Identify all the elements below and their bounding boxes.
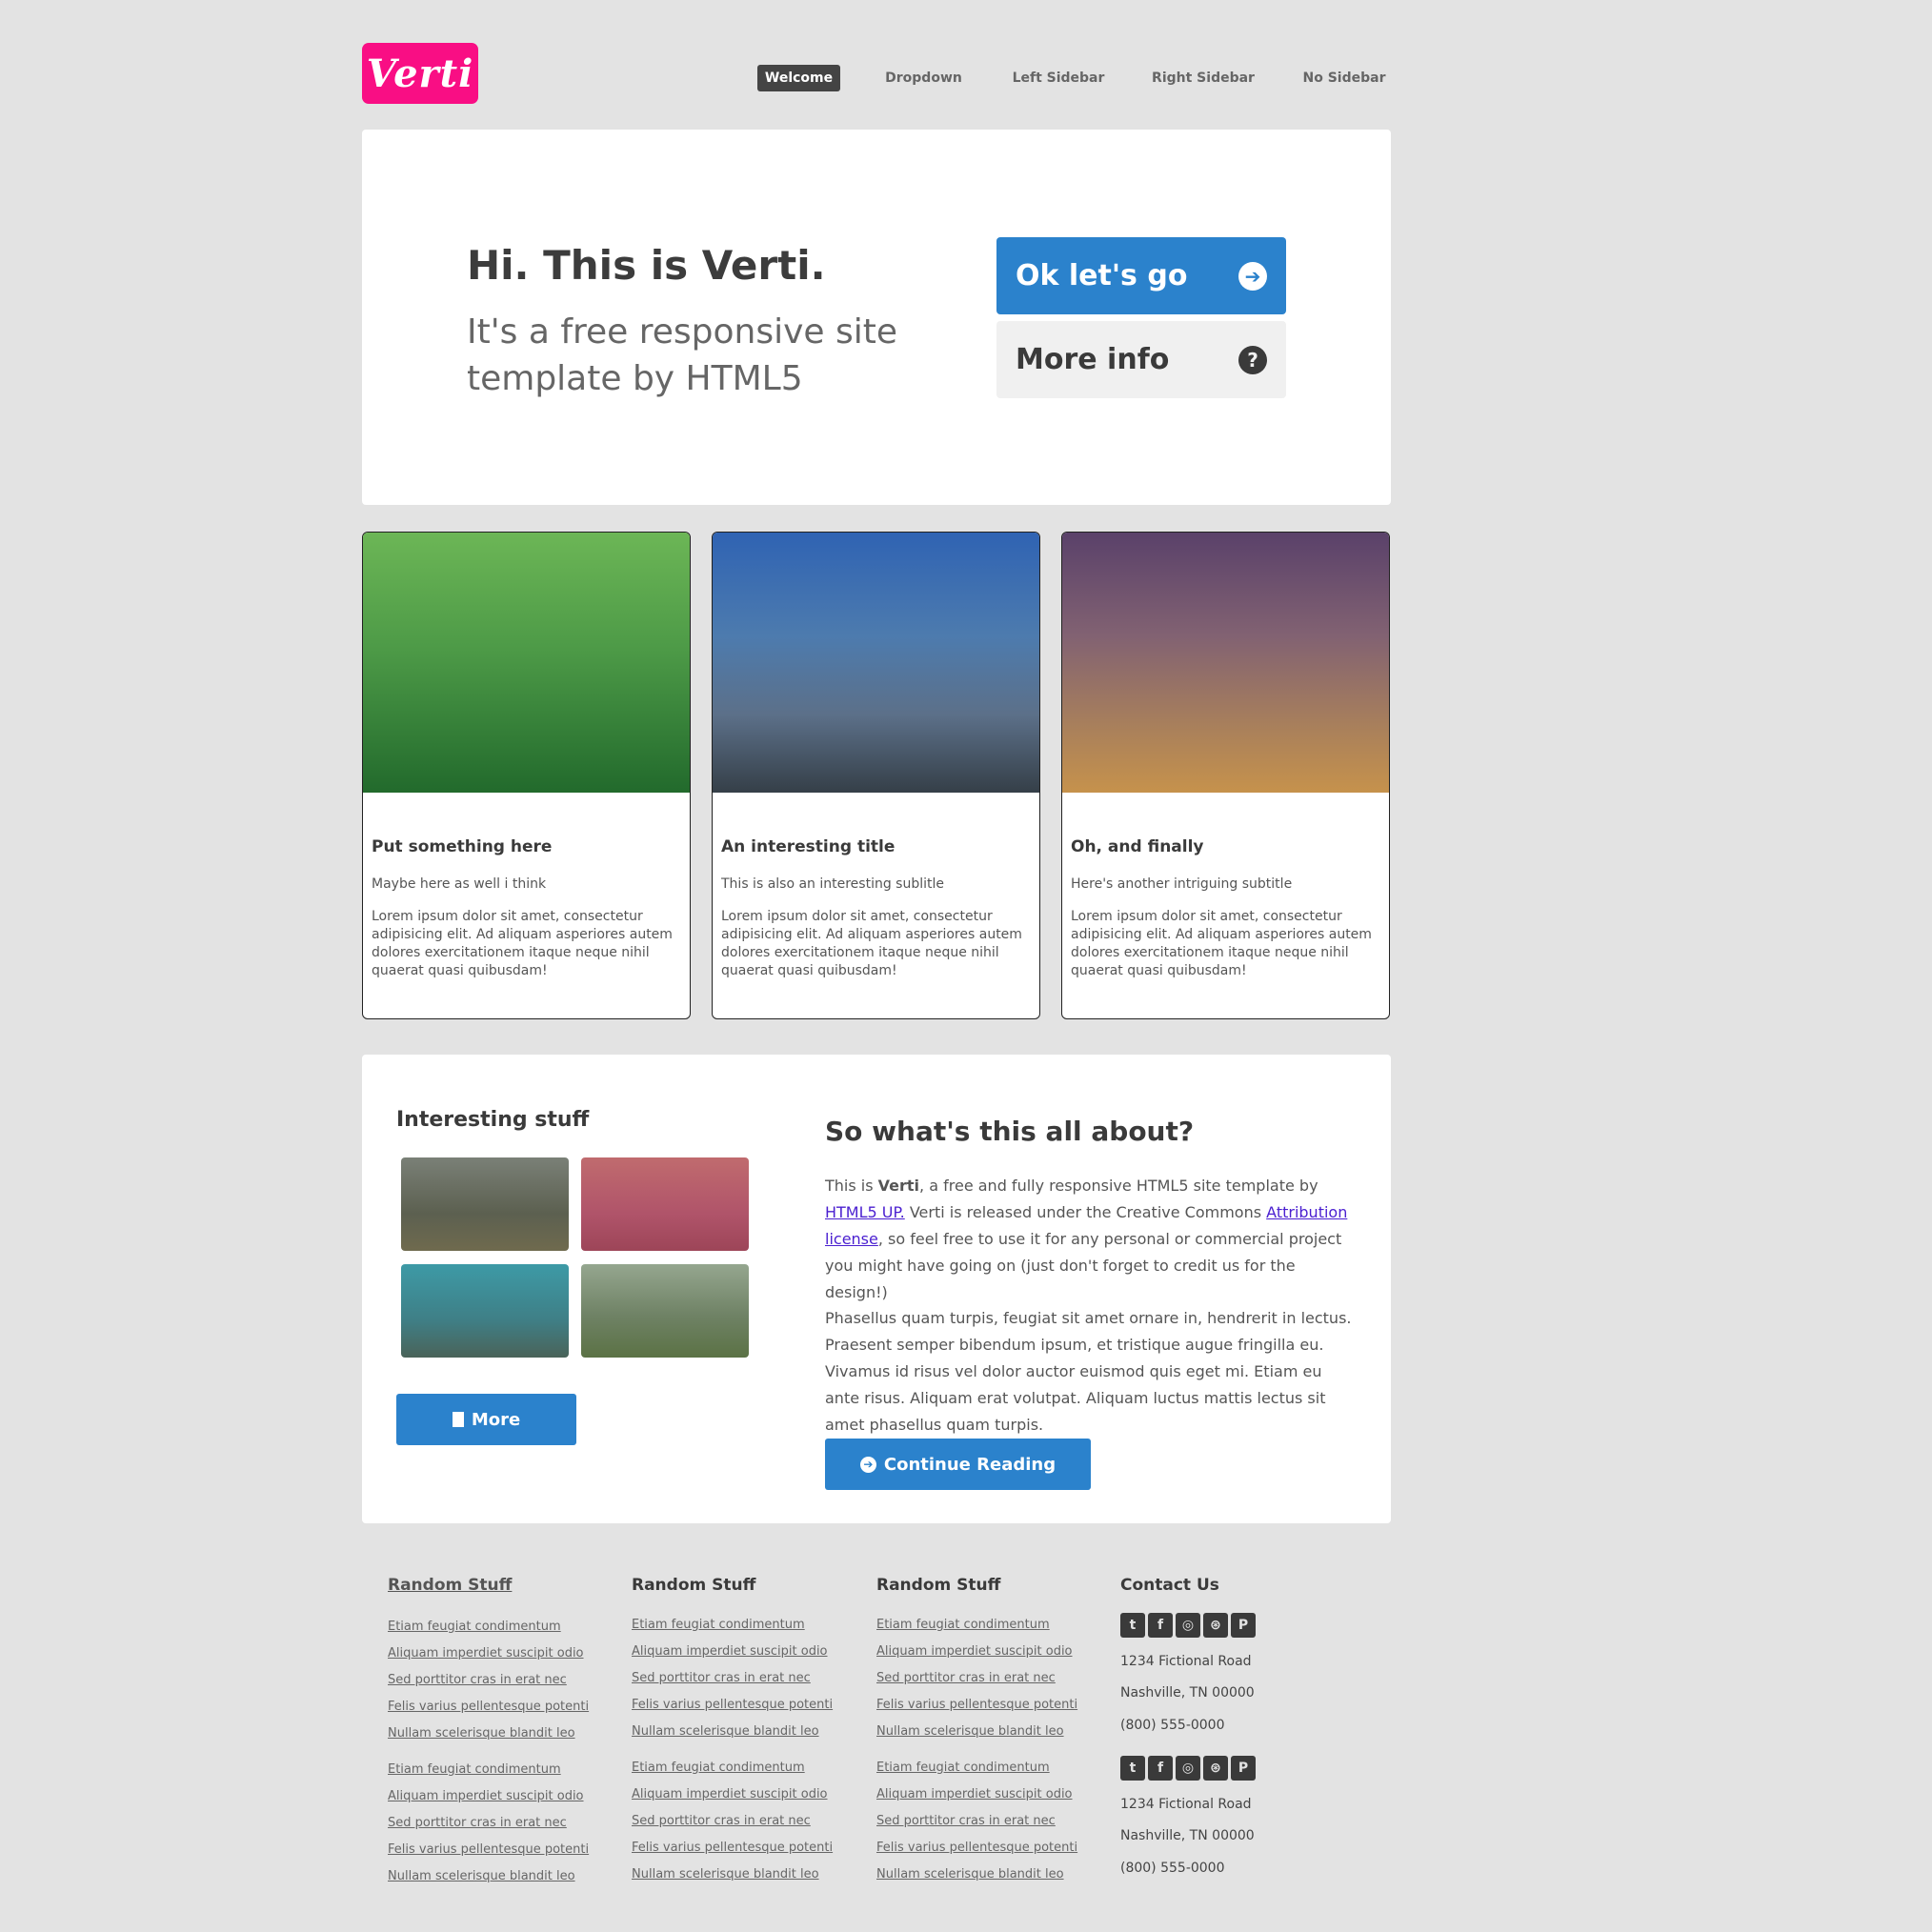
arrow-right-icon: ➔ bbox=[859, 1456, 876, 1473]
arrow-right-icon: ➔ bbox=[1238, 261, 1267, 291]
footer-link[interactable]: Nullam scelerisque blandit leo bbox=[388, 1726, 575, 1741]
footer-link[interactable]: Nullam scelerisque blandit leo bbox=[876, 1724, 1064, 1739]
logo[interactable]: Verti bbox=[362, 43, 478, 104]
footer-link[interactable]: Aliquam imperdiet suscipit odio bbox=[632, 1787, 828, 1801]
contact-heading: Contact Us bbox=[1120, 1576, 1219, 1595]
card-body: Lorem ipsum dolor sit amet, consectetur … bbox=[1071, 909, 1372, 978]
ok-lets-go-label: Ok let's go bbox=[1016, 259, 1188, 292]
banner-subtitle: It's a free responsive site template by … bbox=[467, 312, 898, 398]
address-line-2: Nashville, TN 00000 bbox=[1120, 1828, 1255, 1843]
ok-lets-go-button[interactable]: Ok let's go ➔ bbox=[996, 237, 1286, 314]
footer-link[interactable]: Etiam feugiat condimentum bbox=[876, 1761, 1050, 1775]
facebook-icon[interactable]: f bbox=[1148, 1613, 1173, 1638]
footer-heading[interactable]: Random Stuff bbox=[388, 1576, 512, 1595]
footer-link[interactable]: Felis varius pellentesque potenti bbox=[876, 1841, 1077, 1855]
footer-link[interactable]: Etiam feugiat condimentum bbox=[632, 1618, 805, 1632]
footer-link[interactable]: Nullam scelerisque blandit leo bbox=[876, 1867, 1064, 1882]
more-info-button[interactable]: More info ? bbox=[996, 321, 1286, 398]
dribbble-icon[interactable]: ⊛ bbox=[1203, 1756, 1228, 1781]
footer-link[interactable]: Sed porttitor cras in erat nec bbox=[388, 1816, 567, 1830]
footer-link[interactable]: Felis varius pellentesque potenti bbox=[632, 1698, 833, 1712]
footer-link[interactable]: Felis varius pellentesque potenti bbox=[388, 1842, 589, 1857]
footer-link[interactable]: Aliquam imperdiet suscipit odio bbox=[632, 1644, 828, 1659]
banner-title: Hi. This is Verti. bbox=[467, 242, 826, 289]
address-line-1: 1234 Fictional Road bbox=[1120, 1797, 1252, 1812]
footer-link[interactable]: Felis varius pellentesque potenti bbox=[388, 1700, 589, 1714]
thumbnail[interactable] bbox=[581, 1264, 749, 1358]
twitter-icon[interactable]: t bbox=[1120, 1613, 1145, 1638]
card-subtitle: This is also an interesting sublitle bbox=[721, 876, 945, 892]
card-title: An interesting title bbox=[721, 837, 896, 856]
continue-reading-button[interactable]: ➔ Continue Reading bbox=[825, 1439, 1091, 1490]
more-info-label: More info bbox=[1016, 343, 1170, 376]
footer-link[interactable]: Etiam feugiat condimentum bbox=[632, 1761, 805, 1775]
nav-no-sidebar[interactable]: No Sidebar bbox=[1297, 65, 1392, 91]
thumbnail[interactable] bbox=[401, 1264, 569, 1358]
card-title: Put something here bbox=[372, 837, 553, 856]
nav-dropdown[interactable]: Dropdown bbox=[875, 65, 973, 91]
pinterest-icon[interactable]: P bbox=[1231, 1613, 1256, 1638]
card-body: Lorem ipsum dolor sit amet, consectetur … bbox=[721, 909, 1022, 978]
social-icons: t f ◎ ⊛ P bbox=[1120, 1756, 1256, 1781]
about-paragraph: This is Verti, a free and fully responsi… bbox=[825, 1177, 1348, 1301]
phone: (800) 555-0000 bbox=[1120, 1718, 1225, 1733]
document-icon bbox=[452, 1412, 464, 1427]
twitter-icon[interactable]: t bbox=[1120, 1756, 1145, 1781]
question-icon: ? bbox=[1238, 345, 1267, 374]
card-subtitle: Maybe here as well i think bbox=[372, 876, 547, 892]
footer-link[interactable]: Etiam feugiat condimentum bbox=[876, 1618, 1050, 1632]
instagram-icon[interactable]: ◎ bbox=[1176, 1613, 1200, 1638]
card-image[interactable] bbox=[713, 533, 1039, 793]
phone: (800) 555-0000 bbox=[1120, 1861, 1225, 1876]
footer-link[interactable]: Nullam scelerisque blandit leo bbox=[632, 1867, 819, 1882]
card-subtitle: Here's another intriguing subtitle bbox=[1071, 876, 1293, 892]
footer-heading: Random Stuff bbox=[876, 1576, 1001, 1595]
footer-link[interactable]: Sed porttitor cras in erat nec bbox=[876, 1814, 1056, 1828]
nav-right-sidebar[interactable]: Right Sidebar bbox=[1146, 65, 1260, 91]
footer-link[interactable]: Aliquam imperdiet suscipit odio bbox=[876, 1787, 1073, 1801]
more-button[interactable]: More bbox=[396, 1394, 576, 1445]
feature-card: Put something here Maybe here as well i … bbox=[362, 532, 691, 1019]
footer-link[interactable]: Etiam feugiat condimentum bbox=[388, 1620, 561, 1634]
sidebar-title: Interesting stuff bbox=[396, 1108, 590, 1132]
banner: Hi. This is Verti. It's a free responsiv… bbox=[362, 130, 1391, 505]
facebook-icon[interactable]: f bbox=[1148, 1756, 1173, 1781]
social-icons: t f ◎ ⊛ P bbox=[1120, 1613, 1256, 1638]
footer-link[interactable]: Felis varius pellentesque potenti bbox=[876, 1698, 1077, 1712]
footer-link[interactable]: Aliquam imperdiet suscipit odio bbox=[876, 1644, 1073, 1659]
thumbnail[interactable] bbox=[581, 1157, 749, 1251]
pinterest-icon[interactable]: P bbox=[1231, 1756, 1256, 1781]
footer-link[interactable]: Felis varius pellentesque potenti bbox=[632, 1841, 833, 1855]
footer-link[interactable]: Sed porttitor cras in erat nec bbox=[632, 1671, 811, 1685]
card-image[interactable] bbox=[363, 533, 690, 793]
address-line-2: Nashville, TN 00000 bbox=[1120, 1685, 1255, 1701]
instagram-icon[interactable]: ◎ bbox=[1176, 1756, 1200, 1781]
about-title: So what's this all about? bbox=[825, 1116, 1195, 1147]
footer-link[interactable]: Etiam feugiat condimentum bbox=[388, 1762, 561, 1777]
footer-link[interactable]: Aliquam imperdiet suscipit odio bbox=[388, 1789, 584, 1803]
footer-link[interactable]: Sed porttitor cras in erat nec bbox=[388, 1673, 567, 1687]
feature-card: An interesting title This is also an int… bbox=[712, 532, 1040, 1019]
footer-link[interactable]: Nullam scelerisque blandit leo bbox=[388, 1869, 575, 1883]
nav-welcome[interactable]: Welcome bbox=[757, 65, 840, 91]
footer-link[interactable]: Nullam scelerisque blandit leo bbox=[632, 1724, 819, 1739]
card-title: Oh, and finally bbox=[1071, 837, 1204, 856]
about-paragraph-2: Phasellus quam turpis, feugiat sit amet … bbox=[825, 1309, 1352, 1434]
continue-reading-label: Continue Reading bbox=[883, 1454, 1057, 1475]
dribbble-icon[interactable]: ⊛ bbox=[1203, 1613, 1228, 1638]
footer-link[interactable]: Aliquam imperdiet suscipit odio bbox=[388, 1646, 584, 1660]
feature-card: Oh, and finally Here's another intriguin… bbox=[1061, 532, 1390, 1019]
html5up-link[interactable]: HTML5 UP. bbox=[825, 1203, 905, 1221]
footer-link[interactable]: Sed porttitor cras in erat nec bbox=[632, 1814, 811, 1828]
content-section: Interesting stuff More So what's this al… bbox=[362, 1055, 1391, 1523]
more-button-label: More bbox=[471, 1409, 521, 1430]
footer-heading: Random Stuff bbox=[632, 1576, 756, 1595]
nav-left-sidebar[interactable]: Left Sidebar bbox=[1005, 65, 1112, 91]
footer-link[interactable]: Sed porttitor cras in erat nec bbox=[876, 1671, 1056, 1685]
card-body: Lorem ipsum dolor sit amet, consectetur … bbox=[372, 909, 673, 978]
address-line-1: 1234 Fictional Road bbox=[1120, 1654, 1252, 1669]
thumbnail[interactable] bbox=[401, 1157, 569, 1251]
card-image[interactable] bbox=[1062, 533, 1389, 793]
